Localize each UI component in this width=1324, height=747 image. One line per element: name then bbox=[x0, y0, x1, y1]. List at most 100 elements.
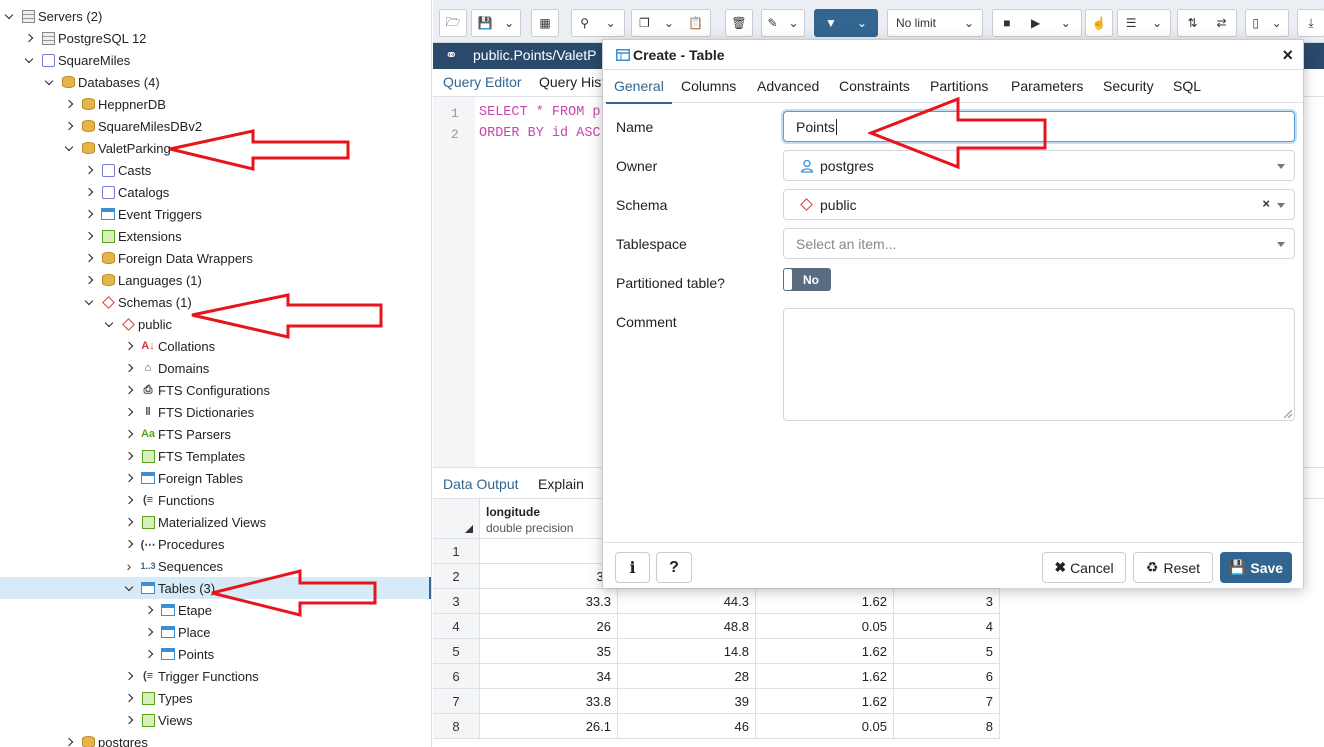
filter-button[interactable]: ▼ ⌄ bbox=[814, 9, 878, 37]
chevron-right-icon[interactable] bbox=[122, 493, 136, 507]
tree-node[interactable]: Tables (3) bbox=[0, 577, 431, 599]
chevron-right-icon[interactable] bbox=[122, 405, 136, 419]
chevron-right-icon[interactable] bbox=[122, 427, 136, 441]
grid-cell[interactable]: 0.05 bbox=[756, 714, 894, 739]
chevron-right-icon[interactable] bbox=[22, 31, 36, 45]
comment-textarea[interactable] bbox=[783, 308, 1295, 421]
row-number[interactable]: 4 bbox=[433, 614, 480, 639]
tree-node[interactable]: FTS Templates bbox=[0, 445, 431, 467]
chevron-right-icon[interactable] bbox=[122, 537, 136, 551]
grid-cell[interactable]: 3 bbox=[894, 589, 1000, 614]
close-icon[interactable]: × bbox=[1282, 45, 1293, 66]
find-button[interactable]: ⚲ ⌄ bbox=[571, 9, 625, 37]
tab-partitions[interactable]: Partitions bbox=[930, 78, 988, 94]
chevron-down-icon[interactable] bbox=[2, 9, 16, 23]
chevron-right-icon[interactable] bbox=[82, 185, 96, 199]
grid-cell[interactable]: 1.62 bbox=[756, 589, 894, 614]
select-all-corner[interactable] bbox=[433, 499, 480, 539]
row-number[interactable]: 7 bbox=[433, 689, 480, 714]
grid-cell[interactable]: 7 bbox=[894, 689, 1000, 714]
tree-node[interactable]: Types bbox=[0, 687, 431, 709]
tree-node[interactable]: (≡ Functions bbox=[0, 489, 431, 511]
grid-cell[interactable]: 48.8 bbox=[618, 614, 756, 639]
tab-data-output[interactable]: Data Output bbox=[443, 476, 519, 492]
tree-node[interactable]: ⎙ FTS Configurations bbox=[0, 379, 431, 401]
row-number[interactable]: 8 bbox=[433, 714, 480, 739]
row-number[interactable]: 1 bbox=[433, 539, 480, 564]
grid-cell[interactable]: 1.62 bbox=[756, 639, 894, 664]
partitioned-toggle[interactable]: No bbox=[783, 268, 831, 291]
delete-button[interactable]: 🗑 bbox=[725, 9, 753, 37]
tree-node[interactable]: Etape bbox=[0, 599, 431, 621]
tree-node[interactable]: public bbox=[0, 313, 431, 335]
chevron-right-icon[interactable] bbox=[122, 361, 136, 375]
cancel-button[interactable]: ✖ Cancel bbox=[1042, 552, 1126, 583]
save-button[interactable]: 💾 Save bbox=[1220, 552, 1292, 583]
chevron-right-icon[interactable] bbox=[122, 339, 136, 353]
chevron-right-icon[interactable] bbox=[122, 383, 136, 397]
tree-node[interactable]: › 1..3 Sequences bbox=[0, 555, 431, 577]
tree-node[interactable]: (≡ Trigger Functions bbox=[0, 665, 431, 687]
chevron-right-icon[interactable] bbox=[62, 97, 76, 111]
tablespace-select[interactable]: Select an item... bbox=[783, 228, 1295, 259]
tree-node[interactable]: Place bbox=[0, 621, 431, 643]
owner-select[interactable]: postgres bbox=[783, 150, 1295, 181]
grid-cell[interactable]: 34 bbox=[480, 664, 618, 689]
tree-node[interactable]: Catalogs bbox=[0, 181, 431, 203]
tree-node[interactable]: Foreign Tables bbox=[0, 467, 431, 489]
row-number[interactable]: 2 bbox=[433, 564, 480, 589]
clear-button[interactable]: ▯ ⌄ bbox=[1245, 9, 1289, 37]
tree-node[interactable]: Languages (1) bbox=[0, 269, 431, 291]
tree-node[interactable]: Casts bbox=[0, 159, 431, 181]
tab-columns[interactable]: Columns bbox=[681, 78, 736, 94]
row-number[interactable]: 6 bbox=[433, 664, 480, 689]
save-file-button[interactable]: 💾 ⌄ bbox=[471, 9, 521, 37]
reset-button[interactable]: ♻ Reset bbox=[1133, 552, 1213, 583]
tree-node[interactable]: Event Triggers bbox=[0, 203, 431, 225]
code-line[interactable]: SELECT * FROM p bbox=[479, 105, 601, 120]
grid-cell[interactable]: 46 bbox=[618, 714, 756, 739]
grid-cell[interactable]: 26 bbox=[480, 614, 618, 639]
chevron-right-icon[interactable] bbox=[122, 449, 136, 463]
copy-paste-button[interactable]: ❐ ⌄ 📋 bbox=[631, 9, 711, 37]
clear-icon[interactable]: × bbox=[1262, 196, 1270, 211]
tree-node[interactable]: Databases (4) bbox=[0, 71, 431, 93]
tree-node[interactable]: Points bbox=[0, 643, 431, 665]
chevron-down-icon[interactable] bbox=[82, 295, 96, 309]
grid-cell[interactable]: 44.3 bbox=[618, 589, 756, 614]
chevron-right-icon[interactable] bbox=[62, 735, 76, 747]
grid-cell[interactable]: 26.1 bbox=[480, 714, 618, 739]
resize-handle-icon[interactable] bbox=[1284, 410, 1292, 418]
link-icon[interactable]: ⚭ bbox=[445, 46, 458, 64]
grid-cell[interactable]: 5 bbox=[894, 639, 1000, 664]
tree-node[interactable]: ‖ FTS Dictionaries bbox=[0, 401, 431, 423]
grid-cell[interactable]: 33.8 bbox=[480, 689, 618, 714]
edit-grid-button[interactable]: ▦ bbox=[531, 9, 559, 37]
chevron-right-icon[interactable] bbox=[122, 669, 136, 683]
execute-controls[interactable]: ■ ▶ ⌄ bbox=[992, 9, 1082, 37]
tree-node[interactable]: Views bbox=[0, 709, 431, 731]
explain-analyze-button[interactable]: ☰ ⌄ bbox=[1117, 9, 1171, 37]
chevron-right-icon[interactable] bbox=[142, 603, 156, 617]
tree-node[interactable]: (⋯ Procedures bbox=[0, 533, 431, 555]
grid-cell[interactable]: 35 bbox=[480, 639, 618, 664]
chevron-down-icon[interactable] bbox=[102, 317, 116, 331]
tab-general[interactable]: General bbox=[606, 78, 672, 104]
tab-parameters[interactable]: Parameters bbox=[1011, 78, 1083, 94]
download-button[interactable]: ⤓ bbox=[1297, 9, 1324, 37]
row-number[interactable]: 3 bbox=[433, 589, 480, 614]
tab-advanced[interactable]: Advanced bbox=[757, 78, 819, 94]
chevron-right-icon[interactable] bbox=[82, 163, 96, 177]
column-header-longitude[interactable]: longitude double precision bbox=[480, 499, 618, 539]
chevron-right-icon[interactable] bbox=[122, 713, 136, 727]
grid-cell[interactable]: 1.62 bbox=[756, 689, 894, 714]
chevron-down-icon[interactable] bbox=[122, 581, 136, 595]
explain-button[interactable]: ☝ bbox=[1085, 9, 1113, 37]
chevron-right-icon[interactable] bbox=[82, 273, 96, 287]
chevron-right-icon[interactable] bbox=[122, 471, 136, 485]
row-number[interactable]: 5 bbox=[433, 639, 480, 664]
tree-node[interactable]: Materialized Views bbox=[0, 511, 431, 533]
tree-node[interactable]: ⌂ Domains bbox=[0, 357, 431, 379]
chevron-right-icon[interactable] bbox=[82, 229, 96, 243]
chevron-right-icon[interactable] bbox=[122, 515, 136, 529]
